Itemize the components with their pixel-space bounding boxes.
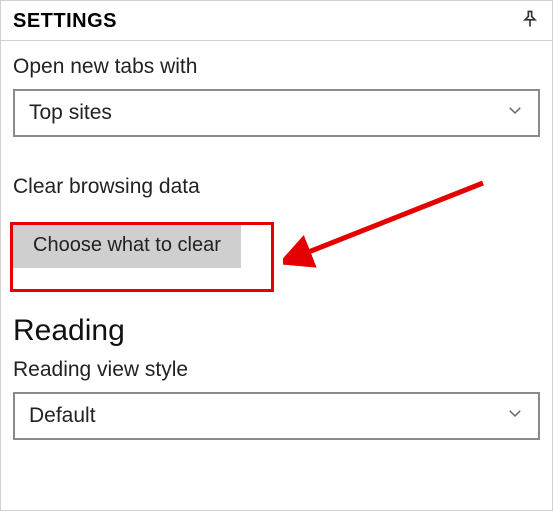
reading-style-select[interactable]: Default: [13, 392, 540, 440]
settings-title: SETTINGS: [13, 10, 117, 33]
open-tabs-selected-value: Top sites: [29, 101, 112, 125]
reading-heading: Reading: [13, 314, 540, 348]
pin-icon[interactable]: [520, 9, 540, 34]
chevron-down-icon: [506, 101, 524, 125]
reading-style-label: Reading view style: [13, 358, 540, 382]
open-tabs-select[interactable]: Top sites: [13, 89, 540, 137]
reading-style-selected-value: Default: [29, 404, 96, 428]
open-tabs-label: Open new tabs with: [13, 55, 540, 79]
chevron-down-icon: [506, 404, 524, 428]
choose-what-to-clear-button[interactable]: Choose what to clear: [13, 223, 241, 268]
settings-header: SETTINGS: [1, 1, 552, 41]
clear-browsing-label: Clear browsing data: [13, 175, 540, 199]
